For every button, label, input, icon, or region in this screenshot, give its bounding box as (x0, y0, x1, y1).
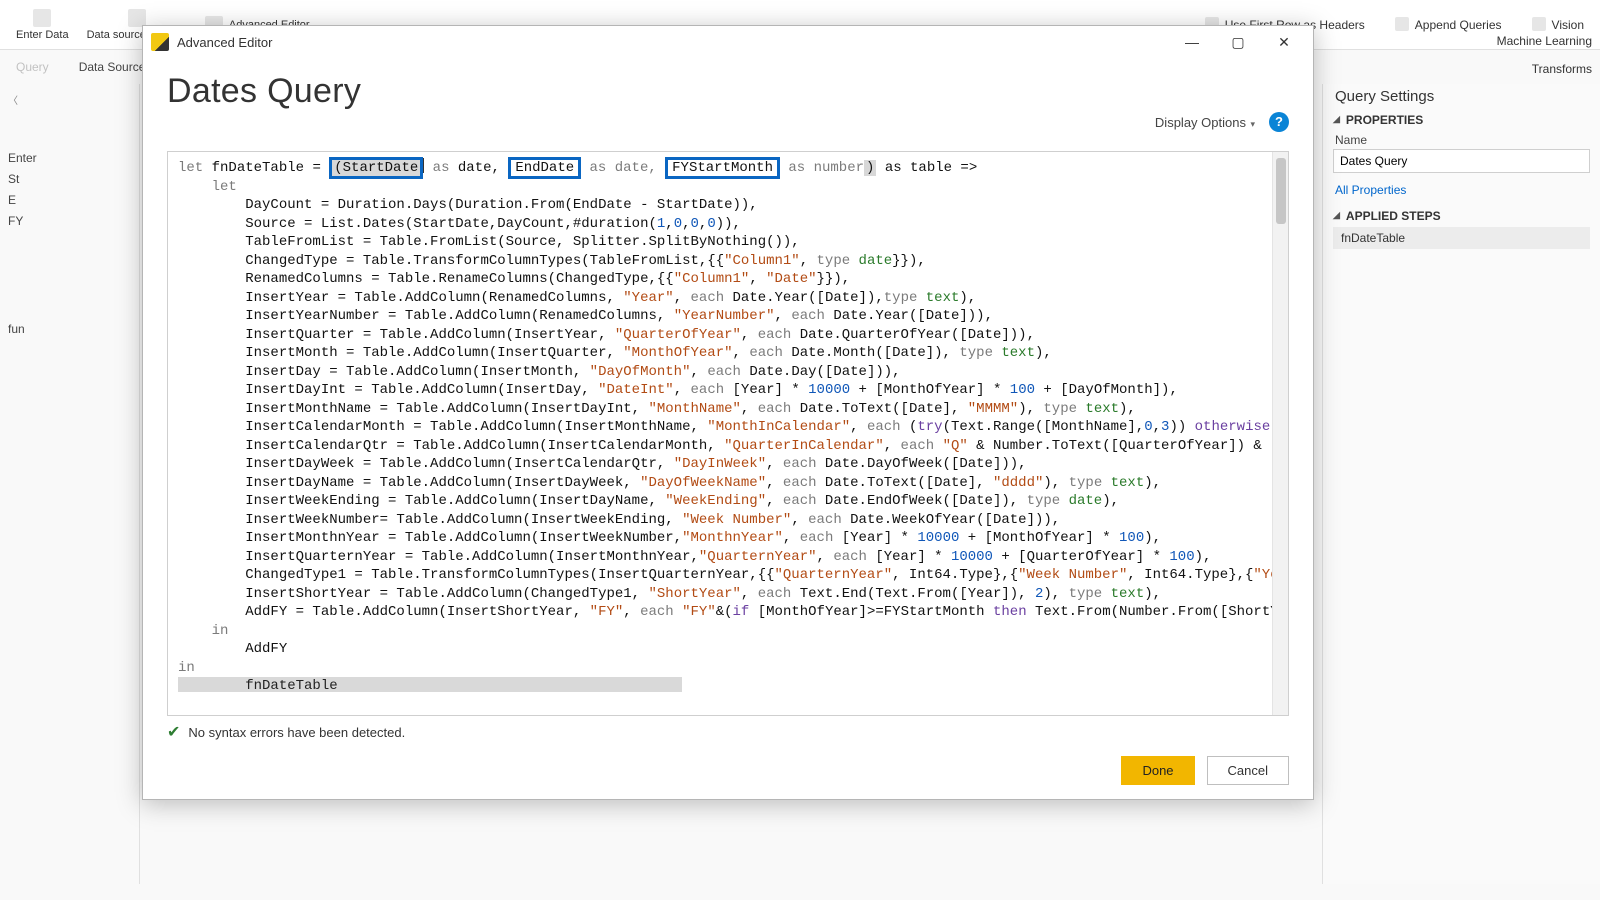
query-row[interactable]: Enter (6, 149, 133, 167)
code-line: ChangedType1 = Table.TransformColumnType… (178, 567, 1288, 583)
code-line: DayCount = Duration.Days(Duration.From(E… (178, 197, 758, 213)
gear-icon (128, 9, 146, 27)
properties-header[interactable]: PROPERTIES (1333, 113, 1590, 127)
code-line: InsertMonthName = Table.AddColumn(Insert… (178, 401, 1136, 417)
minimize-button[interactable]: — (1169, 27, 1215, 57)
syntax-status-text: No syntax errors have been detected. (188, 725, 405, 740)
code-line: InsertCalendarMonth = Table.AddColumn(In… (178, 419, 1288, 435)
checkmark-icon: ✔ (167, 722, 180, 742)
display-options-dropdown[interactable]: Display Options (1155, 115, 1255, 130)
code-editor[interactable]: let fnDateTable = (StartDate as date, En… (168, 152, 1288, 692)
queries-collapse[interactable]: 〈 (6, 90, 133, 109)
dialog-window-title: Advanced Editor (177, 35, 272, 50)
code-line: InsertDay = Table.AddColumn(InsertMonth,… (178, 364, 901, 380)
queries-pane: 〈 Enter St E FY fun (0, 84, 140, 884)
close-button[interactable]: ✕ (1261, 27, 1307, 57)
powerbi-icon (151, 33, 169, 51)
ribbon-vision[interactable]: Vision (1532, 17, 1584, 32)
code-line: AddFY = Table.AddColumn(InsertShortYear,… (178, 604, 1288, 620)
code-line: InsertShortYear = Table.AddColumn(Change… (178, 586, 1161, 602)
param-startdate: (StartDate (329, 157, 423, 179)
help-icon[interactable]: ? (1269, 112, 1289, 132)
query-row[interactable]: St (6, 170, 133, 188)
code-line: InsertYearNumber = Table.AddColumn(Renam… (178, 308, 993, 324)
applied-step[interactable]: fnDateTable (1333, 227, 1590, 249)
group-data-sources: Data Sources (79, 60, 152, 74)
code-line: InsertDayName = Table.AddColumn(InsertDa… (178, 475, 1161, 491)
ribbon-enter-data[interactable]: Enter Data (16, 9, 69, 41)
code-line: InsertMonthnYear = Table.AddColumn(Inser… (178, 530, 1161, 546)
code-line: InsertQuarternYear = Table.AddColumn(Ins… (178, 549, 1211, 565)
scrollbar-thumb[interactable] (1276, 158, 1286, 224)
code-line: InsertDayWeek = Table.AddColumn(InsertCa… (178, 456, 1027, 472)
code-line: InsertWeekEnding = Table.AddColumn(Inser… (178, 493, 1119, 509)
code-line: InsertDayInt = Table.AddColumn(InsertDay… (178, 382, 1178, 398)
applied-steps-header[interactable]: APPLIED STEPS (1333, 209, 1590, 223)
table-icon (33, 9, 51, 27)
query-row[interactable]: FY (6, 212, 133, 230)
chevron-left-icon: 〈 (8, 92, 18, 107)
code-line: InsertWeekNumber= Table.AddColumn(Insert… (178, 512, 1060, 528)
ribbon-ml[interactable]: Machine Learning (1497, 34, 1592, 48)
code-line: RenamedColumns = Table.RenameColumns(Cha… (178, 271, 850, 287)
selected-code-line: fnDateTable (178, 677, 682, 692)
cancel-button[interactable]: Cancel (1207, 756, 1289, 785)
maximize-button[interactable]: ▢ (1215, 27, 1261, 57)
code-line: InsertYear = Table.AddColumn(RenamedColu… (178, 290, 976, 306)
settings-title: Query Settings (1335, 88, 1588, 105)
query-settings-pane: Query Settings PROPERTIES Name All Prope… (1322, 84, 1600, 884)
param-enddate: EndDate (508, 157, 581, 179)
query-row[interactable]: E (6, 191, 133, 209)
text-caret (423, 158, 424, 173)
code-line: in (178, 623, 228, 639)
code-editor-container: let fnDateTable = (StartDate as date, En… (167, 151, 1289, 716)
dialog-titlebar: Advanced Editor — ▢ ✕ (143, 26, 1313, 58)
syntax-status: ✔ No syntax errors have been detected. (167, 722, 1289, 742)
all-properties-link[interactable]: All Properties (1335, 183, 1588, 197)
code-line: in (178, 660, 195, 676)
param-fystartmonth: FYStartMonth (665, 157, 780, 179)
advanced-editor-dialog: Advanced Editor — ▢ ✕ Dates Query Displa… (142, 25, 1314, 800)
name-label: Name (1335, 133, 1588, 147)
page-title: Dates Query (167, 72, 1289, 111)
ribbon-append[interactable]: Append Queries (1395, 17, 1502, 32)
query-name-input[interactable] (1333, 149, 1590, 173)
code-line: ChangedType = Table.TransformColumnTypes… (178, 253, 926, 269)
vertical-scrollbar[interactable] (1272, 152, 1288, 715)
query-row[interactable]: fun (6, 320, 133, 338)
code-line: TableFromList = Table.FromList(Source, S… (178, 234, 800, 250)
code-line: InsertMonth = Table.AddColumn(InsertQuar… (178, 345, 1052, 361)
code-line: InsertCalendarQtr = Table.AddColumn(Inse… (178, 438, 1288, 454)
code-line: Source = List.Dates(StartDate,DayCount,#… (178, 216, 741, 232)
group-query: Query (16, 60, 49, 74)
code-line: InsertQuarter = Table.AddColumn(InsertYe… (178, 327, 1035, 343)
code-line: AddFY (178, 641, 287, 657)
done-button[interactable]: Done (1121, 756, 1194, 785)
